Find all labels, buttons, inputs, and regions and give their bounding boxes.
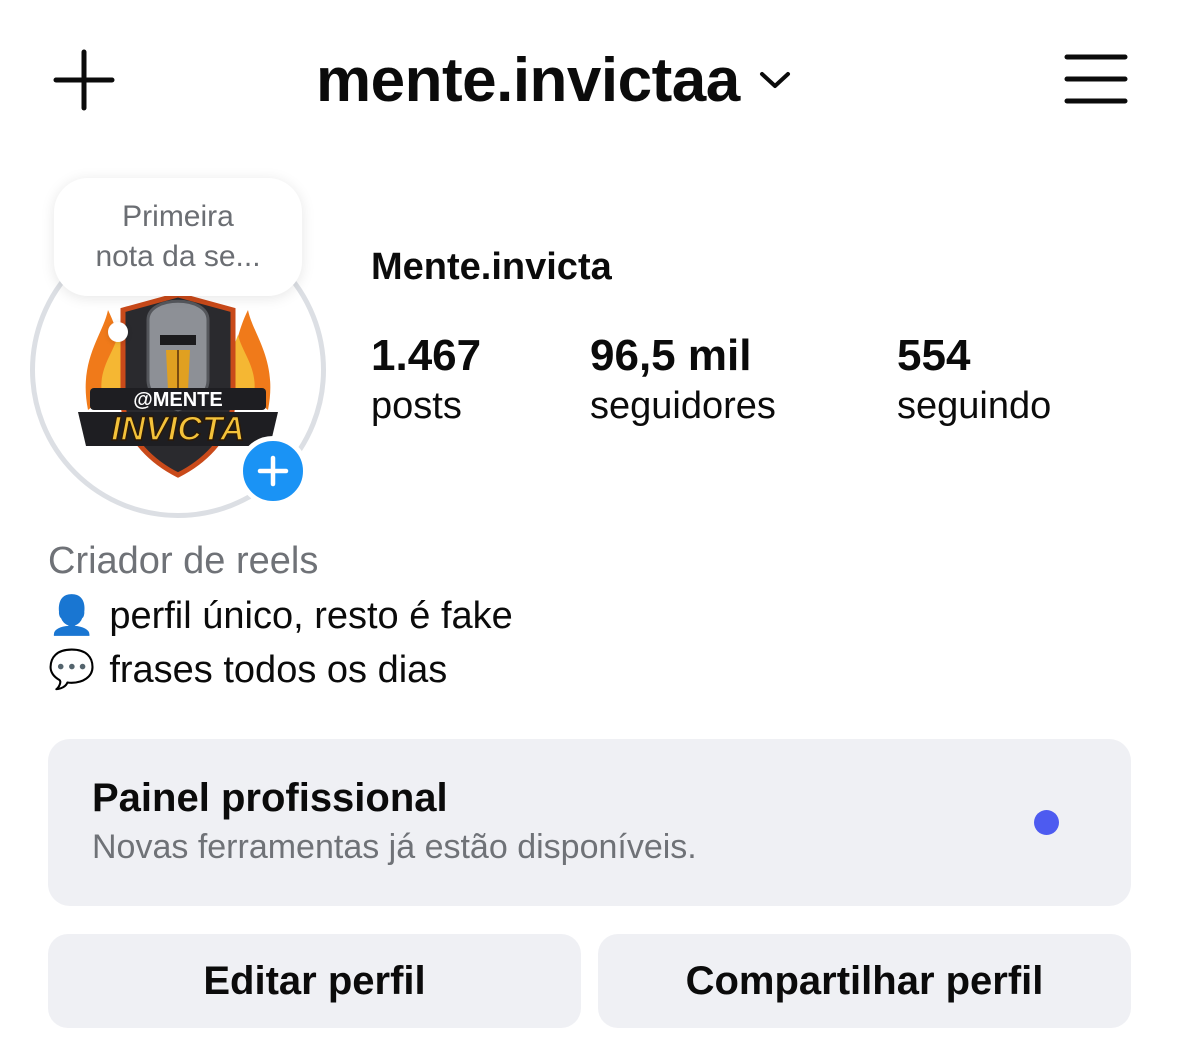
note-line-1: Primeira [122, 200, 234, 233]
user-silhouette-icon: 👤 [48, 595, 96, 637]
category-label: Criador de reels [48, 540, 319, 582]
bio-line: 👤 perfil único, resto é fake [48, 594, 513, 638]
plus-icon [53, 49, 115, 111]
professional-dashboard-card[interactable] [48, 739, 1131, 906]
hamburger-menu-icon [1064, 54, 1128, 104]
add-story-button[interactable] [238, 436, 308, 506]
new-indicator-dot [1034, 810, 1059, 835]
dashboard-title: Painel profissional [92, 776, 448, 820]
stat-value: 554 [897, 331, 971, 380]
dashboard-subtitle: Novas ferramentas já estão disponíveis. [92, 828, 697, 866]
chevron-down-icon [759, 72, 790, 88]
stat-posts[interactable]: 1.467 posts [371, 330, 481, 430]
stat-following[interactable]: 554 seguindo [897, 330, 1051, 430]
plus-icon [257, 455, 289, 487]
account-switcher[interactable]: mente.invictaa [316, 40, 792, 120]
share-profile-button[interactable]: Compartilhar perfil [598, 934, 1131, 1028]
menu-button[interactable] [1058, 46, 1134, 112]
edit-profile-button[interactable]: Editar perfil [48, 934, 581, 1028]
stat-value: 96,5 mil [590, 331, 752, 380]
stat-label: seguidores [590, 385, 776, 427]
bio-text: frases todos os dias [109, 648, 448, 691]
new-post-button[interactable] [48, 44, 120, 116]
logo-bottom-text: INVICTA [111, 410, 244, 448]
stat-followers[interactable]: 96,5 mil seguidores [590, 330, 776, 430]
logo-top-text: @MENTE [133, 389, 223, 411]
note-bubble[interactable]: Primeira nota da se... [54, 178, 302, 296]
stat-label: seguindo [897, 385, 1052, 427]
speech-bubble-icon: 💬 [48, 649, 96, 691]
bio-text: perfil único, resto é fake [109, 594, 513, 637]
username-title: mente.invictaa [316, 45, 740, 115]
stat-label: posts [371, 385, 462, 427]
display-name: Mente.invicta [371, 246, 612, 288]
note-line-2: nota da se... [95, 240, 261, 273]
note-tail [108, 322, 128, 342]
bio-line: 💬 frases todos os dias [48, 648, 447, 692]
stat-value: 1.467 [371, 331, 482, 380]
